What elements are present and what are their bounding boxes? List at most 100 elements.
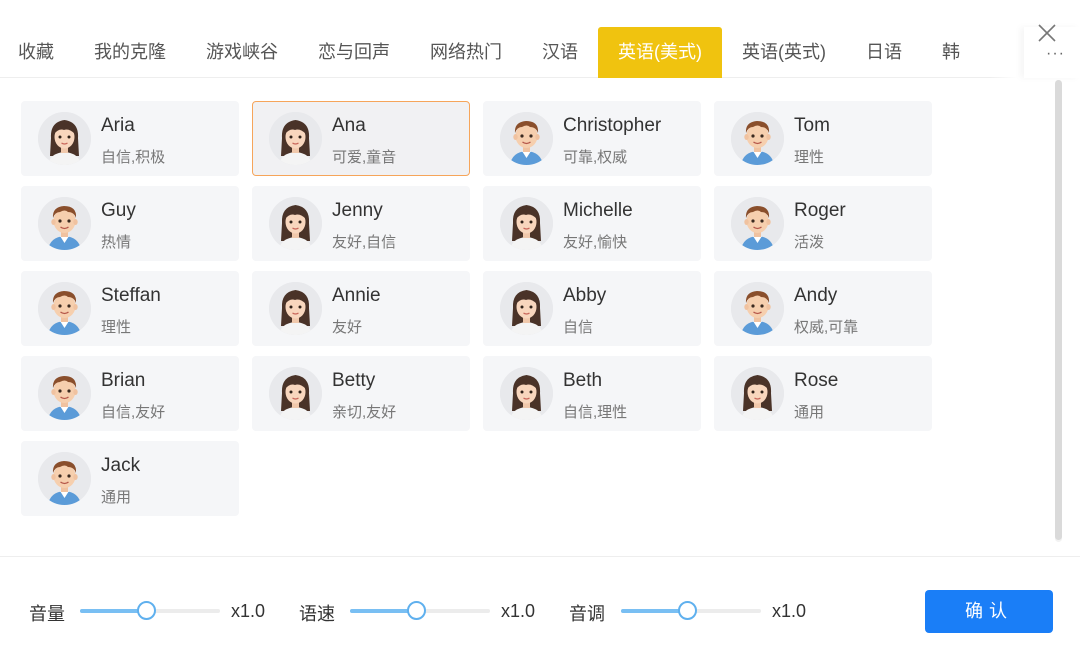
avatar (269, 112, 322, 165)
voice-name: Guy (101, 200, 136, 221)
avatar (269, 367, 322, 420)
volume-label: 音量 (29, 604, 65, 624)
tab-list: 收藏 我的克隆 游戏峡谷 恋与回声 网络热门 汉语 英语(美式) 英语(英式) 日语韩 (0, 27, 1024, 78)
voice-card[interactable]: Christopher 可靠,权威 (483, 101, 701, 176)
pitch-slider[interactable] (621, 601, 761, 620)
avatar (731, 367, 784, 420)
tab-item[interactable]: 收藏 (0, 27, 74, 78)
voice-card[interactable]: Aria 自信,积极 (21, 101, 239, 176)
voice-card[interactable]: Annie 友好 (252, 271, 470, 346)
avatar (38, 452, 91, 505)
voice-description: 可爱,童音 (332, 149, 397, 166)
voice-name: Michelle (563, 200, 633, 221)
tab-item[interactable]: 韩 (922, 27, 980, 78)
volume-slider[interactable] (80, 601, 220, 620)
voice-description: 权威,可靠 (794, 319, 859, 336)
voice-card[interactable]: Jenny 友好,自信 (252, 186, 470, 261)
voice-name: Ana (332, 115, 366, 136)
more-icon: ··· (1046, 45, 1065, 62)
avatar (38, 197, 91, 250)
tab-item[interactable]: 英语(英式) (722, 27, 846, 78)
tab-item[interactable]: 网络热门 (410, 27, 522, 78)
voice-description: 自信,理性 (563, 404, 628, 421)
avatar (269, 197, 322, 250)
tab-item[interactable]: 我的克隆 (74, 27, 186, 78)
voice-description: 通用 (794, 404, 825, 421)
voice-name: Andy (794, 285, 838, 306)
voice-card[interactable]: Betty 亲切,友好 (252, 356, 470, 431)
pitch-label: 音调 (569, 604, 605, 624)
tab-item[interactable]: 日语 (846, 27, 922, 78)
voice-description: 友好,自信 (332, 234, 397, 251)
avatar (731, 197, 784, 250)
avatar (38, 282, 91, 335)
speed-value: x1.0 (501, 601, 536, 621)
voice-card[interactable]: Michelle 友好,愉快 (483, 186, 701, 261)
voice-name: Roger (794, 200, 846, 221)
avatar (38, 112, 91, 165)
voice-description: 理性 (101, 319, 132, 336)
avatar (500, 367, 553, 420)
speed-slider-fill (350, 609, 416, 613)
voice-name: Steffan (101, 285, 161, 306)
voice-name: Jenny (332, 200, 383, 221)
voice-card[interactable]: Rose 通用 (714, 356, 932, 431)
pitch-slider-fill (621, 609, 687, 613)
voice-name: Christopher (563, 115, 662, 136)
voice-card[interactable]: Beth 自信,理性 (483, 356, 701, 431)
voice-card[interactable]: Ana 可爱,童音 (252, 101, 470, 176)
tab-item[interactable]: 英语(美式) (598, 27, 722, 78)
voice-card[interactable]: Steffan 理性 (21, 271, 239, 346)
avatar (731, 112, 784, 165)
voice-name: Annie (332, 285, 381, 306)
speed-slider[interactable] (350, 601, 490, 620)
tab-item[interactable]: 游戏峡谷 (186, 27, 298, 78)
voice-card[interactable]: Roger 活泼 (714, 186, 932, 261)
voice-card[interactable]: Andy 权威,可靠 (714, 271, 932, 346)
avatar (38, 367, 91, 420)
volume-slider-fill (80, 609, 146, 613)
voice-description: 自信 (563, 319, 594, 336)
tab-item[interactable]: 恋与回声 (298, 27, 410, 78)
avatar (269, 282, 322, 335)
voice-card[interactable]: Jack 通用 (21, 441, 239, 516)
voice-card[interactable]: Abby 自信 (483, 271, 701, 346)
pitch-value: x1.0 (772, 601, 807, 621)
avatar (500, 282, 553, 335)
avatar (500, 112, 553, 165)
voice-name: Rose (794, 370, 839, 391)
voice-name: Tom (794, 115, 830, 136)
voice-name: Jack (101, 455, 141, 476)
voice-description: 理性 (794, 149, 825, 166)
scrollbar-thumb[interactable] (1055, 80, 1062, 540)
voice-description: 可靠,权威 (563, 149, 628, 166)
voice-description: 通用 (101, 489, 132, 506)
voice-name: Abby (563, 285, 607, 306)
voice-name: Brian (101, 370, 146, 391)
avatar (500, 197, 553, 250)
voice-description: 友好 (332, 319, 363, 336)
tab-item[interactable]: 汉语 (522, 27, 598, 78)
voice-description: 亲切,友好 (332, 404, 397, 421)
voice-description: 活泼 (794, 234, 825, 251)
voice-name: Beth (563, 370, 603, 391)
voice-card[interactable]: Guy 热情 (21, 186, 239, 261)
avatar (731, 282, 784, 335)
speed-slider-thumb[interactable] (406, 601, 426, 620)
tab-bar: 收藏 我的克隆 游戏峡谷 恋与回声 网络热门 汉语 英语(美式) 英语(英式) 日语韩 ··· (0, 0, 1080, 78)
tab-fade (990, 27, 1024, 78)
voice-name: Aria (101, 115, 135, 136)
voice-description: 友好,愉快 (563, 234, 628, 251)
volume-value: x1.0 (231, 601, 266, 621)
close-icon[interactable] (1036, 22, 1058, 44)
divider (0, 556, 1080, 557)
speed-label: 语速 (299, 604, 335, 624)
confirm-button[interactable]: 确认 (925, 590, 1053, 633)
voice-description: 热情 (101, 234, 132, 251)
voice-card[interactable]: Brian 自信,友好 (21, 356, 239, 431)
volume-slider-thumb[interactable] (136, 601, 156, 620)
voice-card[interactable]: Tom 理性 (714, 101, 932, 176)
voice-description: 自信,积极 (101, 149, 166, 166)
pitch-slider-thumb[interactable] (677, 601, 697, 620)
voice-name: Betty (332, 370, 376, 391)
